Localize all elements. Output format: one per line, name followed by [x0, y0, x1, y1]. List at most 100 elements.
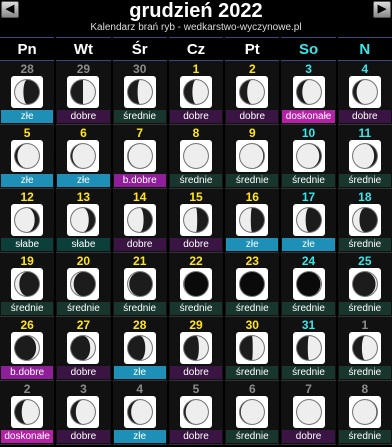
calendar-day-cell[interactable]: 5 złe	[0, 125, 55, 189]
moon-phase-icon	[11, 140, 44, 172]
day-number: 2	[23, 382, 31, 396]
fishing-rating: dobre	[226, 110, 279, 123]
page-subtitle: Kalendarz brań ryb - wedkarstwo-wyczynow…	[90, 22, 302, 33]
calendar-day-cell[interactable]: 9 średnie	[225, 125, 280, 189]
fishing-rating: średnie	[282, 366, 335, 379]
fishing-rating: średnie	[169, 302, 223, 315]
calendar-day-cell[interactable]: 4 złe	[112, 381, 167, 445]
fishing-rating: średnie	[338, 366, 391, 379]
moon-phase-icon	[236, 76, 269, 108]
fishing-rating: złe	[282, 238, 335, 251]
day-number: 6	[80, 126, 87, 140]
day-number: 8	[361, 382, 369, 396]
calendar-day-cell[interactable]: 5 dobre	[168, 381, 224, 445]
calendar-day-cell[interactable]: 13 słabe	[56, 189, 111, 253]
calendar-day-cell[interactable]: 1 dobre	[168, 61, 224, 125]
weekday-header: Cz	[168, 37, 224, 61]
fishing-rating: średnie	[113, 302, 166, 315]
fishing-rating: dobre	[169, 366, 223, 379]
page-title: grudzień 2022	[129, 0, 263, 22]
calendar-day-cell[interactable]: 16 złe	[225, 189, 280, 253]
fishing-rating: średnie	[226, 430, 279, 443]
day-number: 28	[133, 318, 147, 332]
calendar-day-cell[interactable]: 10 średnie	[281, 125, 336, 189]
calendar-day-cell[interactable]: 24 średnie	[281, 253, 336, 317]
day-number: 7	[305, 382, 312, 396]
day-number: 22	[189, 254, 203, 268]
moon-phase-icon	[348, 204, 381, 236]
calendar-day-cell[interactable]: 2 doskonałe	[0, 381, 55, 445]
day-number: 29	[189, 318, 203, 332]
day-number: 17	[301, 190, 316, 204]
weekday-header: So	[281, 37, 336, 61]
calendar-day-cell[interactable]: 3 doskonałe	[281, 61, 336, 125]
day-number: 24	[301, 254, 316, 268]
fishing-rating: złe	[1, 110, 54, 123]
moon-phase-icon	[179, 140, 212, 172]
calendar-day-cell[interactable]: 27 dobre	[56, 317, 111, 381]
calendar-day-cell[interactable]: 26 b.dobre	[0, 317, 55, 381]
calendar-day-cell[interactable]: 11 średnie	[337, 125, 392, 189]
calendar-day-cell[interactable]: 1 średnie	[337, 317, 392, 381]
calendar-day-cell[interactable]: 2 dobre	[225, 61, 280, 125]
calendar-day-cell[interactable]: 17 złe	[281, 189, 336, 253]
day-number: 5	[23, 126, 31, 140]
day-number: 27	[76, 318, 91, 332]
calendar-day-cell[interactable]: 14 dobre	[112, 189, 167, 253]
calendar-day-cell[interactable]: 22 średnie	[168, 253, 224, 317]
moon-phase-icon	[292, 396, 325, 428]
moon-phase-icon	[179, 204, 212, 236]
day-number: 23	[245, 254, 259, 268]
day-number: 3	[80, 382, 87, 396]
next-month-button[interactable]: ▶	[373, 1, 391, 18]
fishing-rating: średnie	[57, 302, 110, 315]
day-number: 19	[20, 254, 34, 268]
calendar-day-cell[interactable]: 6 średnie	[225, 381, 280, 445]
calendar-day-cell[interactable]: 20 średnie	[56, 253, 111, 317]
fishing-rating: dobre	[57, 430, 110, 443]
calendar-day-cell[interactable]: 19 średnie	[0, 253, 55, 317]
day-number: 9	[248, 126, 256, 140]
calendar-day-cell[interactable]: 4 dobre	[337, 61, 392, 125]
fishing-rating: średnie	[282, 174, 335, 187]
moon-phase-icon	[123, 332, 156, 364]
calendar-day-cell[interactable]: 7 dobre	[281, 381, 336, 445]
fishing-rating: średnie	[169, 174, 223, 187]
calendar-day-cell[interactable]: 21 średnie	[112, 253, 167, 317]
calendar-day-cell[interactable]: 18 średnie	[337, 189, 392, 253]
calendar-day-cell[interactable]: 7 b.dobre	[112, 125, 167, 189]
calendar-day-cell[interactable]: 29 dobre	[168, 317, 224, 381]
calendar-day-cell[interactable]: 29 dobre	[56, 61, 111, 125]
calendar-day-cell[interactable]: 3 dobre	[56, 381, 111, 445]
calendar-day-cell[interactable]: 15 dobre	[168, 189, 224, 253]
calendar-day-cell[interactable]: 6 złe	[56, 125, 111, 189]
calendar-day-cell[interactable]: 28 złe	[0, 61, 55, 125]
moon-phase-icon	[236, 140, 269, 172]
calendar-day-cell[interactable]: 25 średnie	[337, 253, 392, 317]
calendar-day-cell[interactable]: 31 średnie	[281, 317, 336, 381]
moon-phase-icon	[236, 332, 269, 364]
day-number: 8	[192, 126, 200, 140]
calendar-day-cell[interactable]: 8 średnie	[337, 381, 392, 445]
moon-phase-icon	[67, 268, 100, 300]
fishing-rating: średnie	[282, 302, 335, 315]
moon-phase-icon	[67, 76, 100, 108]
day-number: 30	[245, 318, 259, 332]
fishing-rating: słabe	[57, 238, 110, 251]
day-number: 4	[361, 62, 369, 76]
weekday-header: Pn	[0, 37, 55, 61]
day-number: 5	[192, 382, 200, 396]
moon-phase-icon	[123, 204, 156, 236]
calendar-day-cell[interactable]: 12 słabe	[0, 189, 55, 253]
calendar-day-cell[interactable]: 30 średnie	[112, 61, 167, 125]
moon-phase-icon	[11, 204, 44, 236]
moon-phase-icon	[11, 396, 44, 428]
day-number: 6	[248, 382, 256, 396]
calendar-day-cell[interactable]: 23 średnie	[225, 253, 280, 317]
calendar-day-cell[interactable]: 8 średnie	[168, 125, 224, 189]
fishing-rating: złe	[226, 238, 279, 251]
moon-phase-icon	[292, 268, 325, 300]
calendar-day-cell[interactable]: 30 średnie	[225, 317, 280, 381]
day-number: 1	[361, 318, 369, 332]
calendar-day-cell[interactable]: 28 złe	[112, 317, 167, 381]
